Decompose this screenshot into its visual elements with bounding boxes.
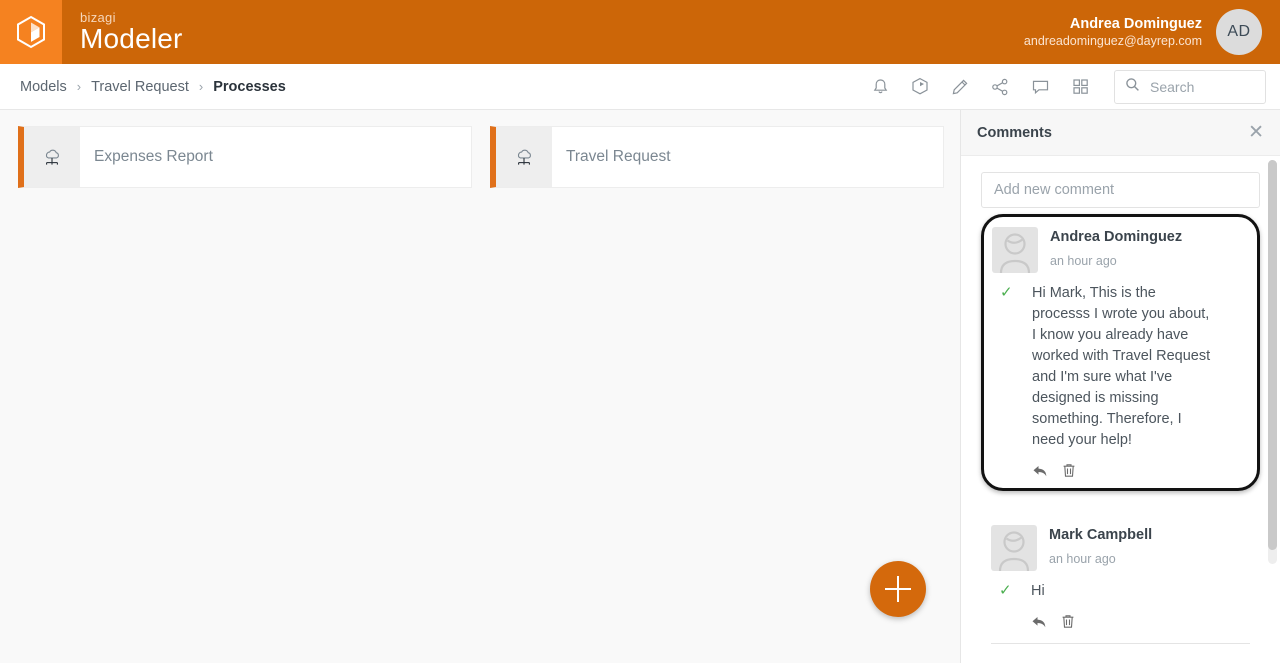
add-process-button[interactable] [870, 561, 926, 617]
bell-icon[interactable] [860, 67, 900, 107]
user-info: Andrea Dominguez andreadominguez@dayrep.… [1024, 15, 1202, 50]
body-wrap: Expenses Report Travel Request Comments [0, 110, 1280, 663]
grid-icon[interactable] [1060, 67, 1100, 107]
close-icon[interactable]: ✕ [1248, 123, 1264, 142]
process-card-title: Travel Request [566, 148, 671, 165]
comments-panel-title: Comments [977, 124, 1052, 141]
search-placeholder-text: Search [1150, 78, 1195, 95]
brand-product: Modeler [80, 23, 183, 54]
search-icon [1125, 77, 1140, 97]
user-email: andreadominguez@dayrep.com [1023, 33, 1202, 48]
search-input[interactable]: Search [1114, 69, 1266, 104]
process-diagram-icon [496, 127, 552, 187]
comment-text: Hi [1031, 583, 1045, 599]
chevron-right-icon: › [76, 79, 82, 94]
app-logo[interactable] [0, 0, 62, 64]
share-icon[interactable] [980, 67, 1020, 107]
comment-body: ✓ Hi Mark, This is the processs I wrote … [992, 283, 1247, 451]
process-card-title: Expenses Report [94, 148, 213, 165]
comment-text: Hi Mark, This is the processs I wrote yo… [1032, 285, 1211, 448]
comments-panel-header: Comments ✕ [961, 110, 1280, 156]
toolbar [860, 67, 1100, 107]
comment-header: Andrea Dominguez an hour ago [992, 227, 1247, 273]
breadcrumb: Models › Travel Request › Processes [20, 79, 286, 95]
user-name: Andrea Dominguez [1069, 15, 1202, 32]
app-header: bizagi Modeler Andrea Dominguez andreado… [0, 0, 1280, 64]
new-comment-input[interactable]: Add new comment [981, 172, 1260, 208]
breadcrumb-item-models[interactable]: Models [20, 79, 67, 95]
avatar [991, 525, 1037, 571]
process-card-travel-request[interactable]: Travel Request [490, 126, 944, 188]
comments-panel: Comments ✕ Add new comment Andrea Doming… [960, 110, 1280, 663]
header-user-area: Andrea Dominguez andreadominguez@dayrep.… [1024, 9, 1280, 55]
comments-scrollbar-thumb[interactable] [1268, 160, 1277, 550]
comment-time: an hour ago [1050, 254, 1117, 268]
comment-actions [991, 614, 1250, 629]
comment-meta: Andrea Dominguez an hour ago [1038, 227, 1182, 273]
delete-icon[interactable] [1061, 614, 1075, 629]
cube-logo-icon [16, 15, 46, 49]
comment-author: Mark Campbell [1049, 527, 1153, 543]
comment-body: ✓ Hi [991, 581, 1250, 602]
comment-author: Andrea Dominguez [1050, 229, 1183, 245]
check-icon: ✓ [999, 582, 1012, 599]
process-diagram-icon [24, 127, 80, 187]
process-card-expenses-report[interactable]: Expenses Report [18, 126, 472, 188]
avatar [992, 227, 1038, 273]
brand: bizagi Modeler [80, 11, 183, 53]
check-icon: ✓ [1000, 284, 1013, 301]
reply-icon[interactable] [1032, 464, 1048, 478]
comment-divider [991, 643, 1250, 644]
comment-actions [992, 463, 1247, 478]
breadcrumb-item-processes[interactable]: Processes [213, 79, 286, 95]
breadcrumb-item-travel-request[interactable]: Travel Request [91, 79, 189, 95]
breadcrumb-bar: Models › Travel Request › Processes Sear… [0, 64, 1280, 110]
comment-header: Mark Campbell an hour ago [991, 525, 1250, 571]
delete-icon[interactable] [1062, 463, 1076, 478]
process-card-grid: Expenses Report Travel Request [18, 126, 960, 188]
chat-icon[interactable] [1020, 67, 1060, 107]
avatar[interactable]: AD [1216, 9, 1262, 55]
comment-time: an hour ago [1049, 552, 1116, 566]
comments-scrollbar[interactable] [1268, 160, 1277, 564]
chevron-right-icon: › [198, 79, 204, 94]
comment-item[interactable]: Mark Campbell an hour ago ✓ Hi [981, 513, 1260, 650]
comment-item[interactable]: Andrea Dominguez an hour ago ✓ Hi Mark, … [981, 214, 1260, 491]
comment-meta: Mark Campbell an hour ago [1037, 525, 1152, 571]
new-comment-placeholder: Add new comment [994, 182, 1115, 198]
cube-icon[interactable] [900, 67, 940, 107]
process-canvas: Expenses Report Travel Request [0, 110, 960, 663]
reply-icon[interactable] [1031, 615, 1047, 629]
pencil-icon[interactable] [940, 67, 980, 107]
comments-list: Add new comment Andrea Dominguez an hour [961, 156, 1280, 663]
